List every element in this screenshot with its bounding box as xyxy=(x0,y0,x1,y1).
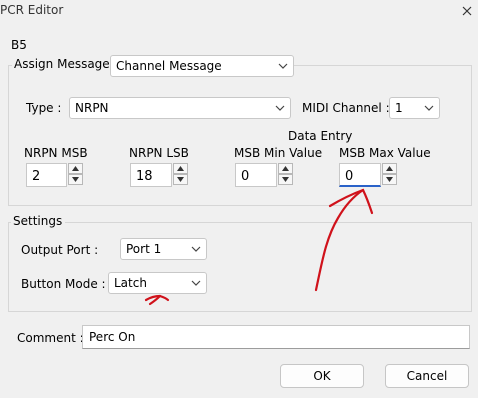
annotation-overlay xyxy=(144,188,374,306)
annotation-arrow-large xyxy=(314,188,365,292)
